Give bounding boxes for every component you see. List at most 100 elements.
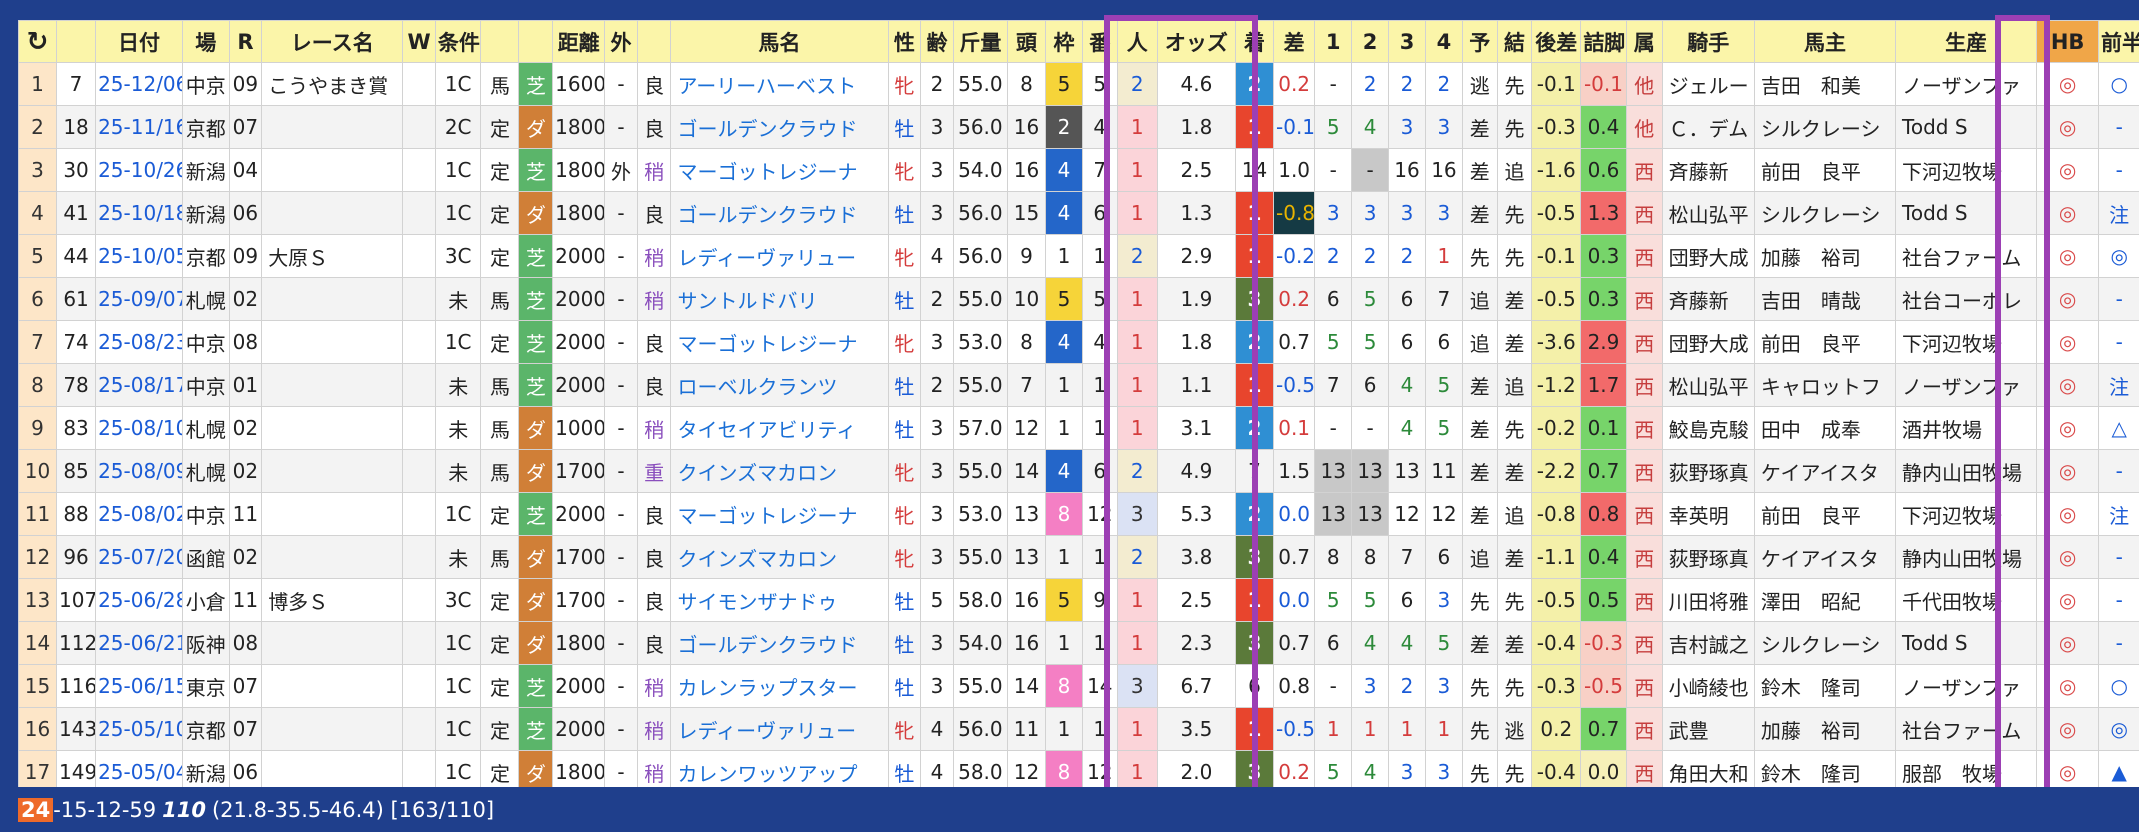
cell-jockey[interactable]: 荻野琢真 — [1661, 535, 1755, 579]
cell-owner[interactable]: 鈴木 隆司 — [1753, 664, 1897, 708]
column-header[interactable]: 着 — [1235, 20, 1274, 63]
table-row[interactable]: 17 149 25-05/04 新潟 06 1C 定ダ 1800- 稍カレンワッツアップ牡 4 58… — [18, 750, 2139, 787]
cell-horse[interactable]: レディーヴァリュー — [670, 234, 889, 278]
column-header[interactable]: 頭 — [1007, 20, 1047, 63]
cell-owner[interactable]: 澤田 昭紀 — [1753, 578, 1897, 622]
cell-date[interactable]: 25-06/28 — [95, 578, 183, 622]
cell-breeder[interactable]: ノーザンファ — [1895, 363, 2038, 407]
cell-race[interactable] — [261, 621, 404, 665]
column-header[interactable]: 番 — [1081, 20, 1118, 63]
cell-horse[interactable]: タイセイアビリティ — [670, 406, 889, 450]
column-header[interactable]: 属 — [1625, 20, 1663, 63]
cell-race[interactable] — [261, 320, 404, 364]
cell-race[interactable] — [261, 406, 404, 450]
cell-horse[interactable]: マーゴットレジーナ — [670, 148, 889, 192]
table-row[interactable]: 16 143 25-05/10 京都 07 1C 定芝 2000- 稍レディーヴァリュー牝 4 56… — [18, 707, 2139, 751]
cell-race[interactable] — [261, 363, 404, 407]
cell-owner[interactable]: 前田 良平 — [1753, 320, 1897, 364]
column-header[interactable]: 外 — [604, 20, 638, 63]
cell-horse[interactable]: カレンラップスター — [670, 664, 889, 708]
table-row[interactable]: 4 41 25-10/18 新潟 06 1C 定ダ 1800- 良ゴールデンクラウド牡 3 56.0… — [18, 191, 2139, 235]
cell-jockey[interactable]: 斉藤新 — [1661, 148, 1755, 192]
cell-owner[interactable]: ケイアイスタ — [1753, 449, 1897, 493]
cell-owner[interactable]: 田中 成奉 — [1753, 406, 1897, 450]
cell-race[interactable] — [261, 105, 404, 149]
cell-owner[interactable]: 加藤 裕司 — [1753, 707, 1897, 751]
table-row[interactable]: 7 74 25-08/23 中京 08 1C 定芝 2000- 良マーゴットレジーナ牝 3 53.0… — [18, 320, 2139, 364]
cell-owner[interactable]: 前田 良平 — [1753, 492, 1897, 536]
cell-breeder[interactable]: ノーザンファ — [1895, 62, 2038, 106]
cell-breeder[interactable]: 下河辺牧場 — [1895, 492, 2038, 536]
cell-jockey[interactable]: 団野大成 — [1661, 320, 1755, 364]
column-header[interactable] — [518, 20, 554, 63]
cell-owner[interactable]: シルクレーシ — [1753, 191, 1897, 235]
table-row[interactable]: 15 116 25-06/15 東京 07 1C 定芝 2000- 稍カレンラップスター牡 3 55… — [18, 664, 2139, 708]
cell-jockey[interactable]: ジェルー — [1661, 62, 1755, 106]
cell-date[interactable]: 25-09/07 — [95, 277, 183, 321]
column-header[interactable] — [480, 20, 520, 63]
column-header[interactable]: 後差 — [1531, 20, 1582, 63]
cell-breeder[interactable]: 酒井牧場 — [1895, 406, 2038, 450]
table-row[interactable]: 2 18 25-11/16 京都 07 2C 定ダ 1800- 良ゴールデンクラウド牡 3 56.0… — [18, 105, 2139, 149]
cell-horse[interactable]: カレンワッツアップ — [670, 750, 889, 787]
table-row[interactable]: 13 107 25-06/28 小倉 11 博多Ｓ 3C 定ダ 1700- 良サイモンザナドゥ牡 5… — [18, 578, 2139, 622]
column-header[interactable]: 騎手 — [1661, 20, 1755, 63]
cell-breeder[interactable]: 下河辺牧場 — [1895, 320, 2038, 364]
cell-jockey[interactable]: 松山弘平 — [1661, 191, 1755, 235]
cell-date[interactable]: 25-05/04 — [95, 750, 183, 787]
cell-breeder[interactable]: Todd S — [1895, 621, 2038, 665]
cell-date[interactable]: 25-06/15 — [95, 664, 183, 708]
column-header[interactable]: 結 — [1496, 20, 1533, 63]
column-header[interactable]: 予 — [1461, 20, 1498, 63]
cell-date[interactable]: 25-05/10 — [95, 707, 183, 751]
column-header[interactable]: 生産 — [1895, 20, 2038, 63]
column-header[interactable]: 前半 — [2098, 20, 2139, 63]
column-header[interactable]: 3 — [1388, 20, 1426, 63]
cell-owner[interactable]: ケイアイスタ — [1753, 535, 1897, 579]
cell-race[interactable]: 博多Ｓ — [261, 578, 404, 622]
column-header[interactable]: 詰脚 — [1580, 20, 1627, 63]
column-header[interactable]: 条件 — [434, 20, 482, 63]
table-row[interactable]: 10 85 25-08/09 札幌 02 未馬ダ 1700- 重クインズマカロン牝 3 55.0 1… — [18, 449, 2139, 493]
cell-horse[interactable]: サイモンザナドゥ — [670, 578, 889, 622]
column-header[interactable]: レース名 — [261, 20, 404, 63]
cell-owner[interactable]: キャロットフ — [1753, 363, 1897, 407]
cell-owner[interactable]: 吉田 和美 — [1753, 62, 1897, 106]
cell-date[interactable]: 25-06/21 — [95, 621, 183, 665]
column-header[interactable] — [636, 20, 672, 63]
reload-button[interactable]: ↻ — [18, 20, 57, 63]
column-header[interactable]: 性 — [887, 20, 922, 63]
cell-race[interactable] — [261, 148, 404, 192]
cell-race[interactable] — [261, 707, 404, 751]
cell-horse[interactable]: ゴールデンクラウド — [670, 105, 889, 149]
table-row[interactable]: 5 44 25-10/05 京都 09 大原Ｓ 3C 定芝 2000- 稍レディーヴァリュー牝 4 5… — [18, 234, 2139, 278]
table-row[interactable]: 3 30 25-10/26 新潟 04 1C 定芝 1800 外稍マーゴットレジーナ牝 3 54.0… — [18, 148, 2139, 192]
cell-race[interactable] — [261, 535, 404, 579]
cell-owner[interactable]: 鈴木 隆司 — [1753, 750, 1897, 787]
cell-date[interactable]: 25-08/23 — [95, 320, 183, 364]
cell-jockey[interactable]: 団野大成 — [1661, 234, 1755, 278]
column-header[interactable]: 齢 — [920, 20, 954, 63]
cell-jockey[interactable]: 川田将雅 — [1661, 578, 1755, 622]
table-row[interactable]: 6 61 25-09/07 札幌 02 未馬芝 2000- 稍サントルドバリ牡 2 55.0 10 5… — [18, 277, 2139, 321]
cell-horse[interactable]: アーリーハーベスト — [670, 62, 889, 106]
cell-race[interactable]: 大原Ｓ — [261, 234, 404, 278]
table-row[interactable]: 1 7 25-12/06 中京 09 こうやまき賞 1C 馬芝 1600- 良アーリーハーベスト牝… — [18, 62, 2139, 106]
cell-date[interactable]: 25-08/17 — [95, 363, 183, 407]
column-header[interactable]: W — [402, 20, 436, 63]
cell-race[interactable] — [261, 449, 404, 493]
cell-owner[interactable]: 加藤 裕司 — [1753, 234, 1897, 278]
cell-breeder[interactable]: Todd S — [1895, 105, 2038, 149]
cell-breeder[interactable]: 社台コーポレ — [1895, 277, 2038, 321]
cell-date[interactable]: 25-08/02 — [95, 492, 183, 536]
cell-date[interactable]: 25-10/18 — [95, 191, 183, 235]
cell-owner[interactable]: シルクレーシ — [1753, 621, 1897, 665]
column-header[interactable]: 場 — [181, 20, 230, 63]
cell-date[interactable]: 25-10/05 — [95, 234, 183, 278]
cell-breeder[interactable]: 静内山田牧場 — [1895, 449, 2038, 493]
cell-race[interactable] — [261, 750, 404, 787]
cell-jockey[interactable]: 吉村誠之 — [1661, 621, 1755, 665]
column-header[interactable]: 日付 — [95, 20, 183, 63]
cell-horse[interactable]: ローベルクランツ — [670, 363, 889, 407]
cell-date[interactable]: 25-10/26 — [95, 148, 183, 192]
